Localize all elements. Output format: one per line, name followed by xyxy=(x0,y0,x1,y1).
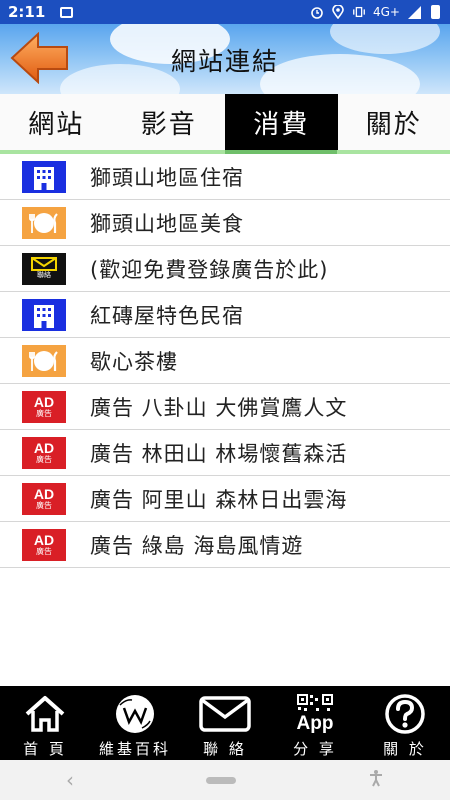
ad-logo-text: AD xyxy=(33,485,55,502)
tab-websites[interactable]: 網站 xyxy=(0,94,113,150)
bottom-nav: 首 頁 維基百科 聯 絡 App 分 享 關 於 xyxy=(0,686,450,760)
alarm-icon xyxy=(310,5,324,19)
tab-about[interactable]: 關於 xyxy=(338,94,450,150)
list-item[interactable]: 獅頭山地區住宿 xyxy=(0,154,450,200)
app-text: App xyxy=(296,713,334,734)
wikipedia-icon xyxy=(112,692,158,736)
help-icon xyxy=(384,692,426,736)
nav-home[interactable]: 首 頁 xyxy=(0,686,90,760)
list-item[interactable]: AD 廣告 廣告 綠島 海島風情遊 xyxy=(0,522,450,568)
list-item-label: 獅頭山地區美食 xyxy=(90,211,244,236)
ad-icon-text: 廣告 xyxy=(36,500,52,510)
mail-icon-text: 聯絡 xyxy=(37,271,51,279)
system-nav-bar: ‹ xyxy=(0,760,450,800)
ad-logo-text: AD xyxy=(33,393,55,410)
location-icon xyxy=(331,5,345,19)
list-item[interactable]: AD 廣告 廣告 八卦山 大佛賞鷹人文 xyxy=(0,384,450,430)
food-icon xyxy=(22,344,66,377)
ad-icon: AD 廣告 xyxy=(22,390,66,423)
list-item-label: 廣告 綠島 海島風情遊 xyxy=(90,533,304,558)
nav-wikipedia[interactable]: 維基百科 xyxy=(90,686,180,760)
ad-icon: AD 廣告 xyxy=(22,482,66,515)
mail-icon xyxy=(199,692,251,736)
list-item[interactable]: 歇心茶樓 xyxy=(0,338,450,384)
home-icon xyxy=(24,692,66,736)
nav-label: 聯 絡 xyxy=(203,740,247,758)
vibrate-icon xyxy=(352,5,366,19)
sim-icon xyxy=(59,5,73,19)
list-item[interactable]: AD 廣告 廣告 林田山 林場懷舊森活 xyxy=(0,430,450,476)
ad-logo-text: AD xyxy=(33,439,55,456)
ad-icon-text: 廣告 xyxy=(36,454,52,464)
ad-logo-text: AD xyxy=(33,531,55,548)
list-item-label: 歇心茶樓 xyxy=(90,349,178,374)
mail-icon: 聯絡 xyxy=(22,252,66,285)
nav-about[interactable]: 關 於 xyxy=(360,686,450,760)
tab-shopping[interactable]: 消費 xyxy=(225,94,338,150)
status-time: 2:11 xyxy=(8,3,46,21)
list-item-label: 廣告 阿里山 森林日出雲海 xyxy=(90,487,348,512)
nav-share[interactable]: App 分 享 xyxy=(270,686,360,760)
list-item-label: 廣告 八卦山 大佛賞鷹人文 xyxy=(90,395,348,420)
list-item[interactable]: 聯絡 (歡迎免費登錄廣告於此) xyxy=(0,246,450,292)
hotel-icon xyxy=(22,160,66,193)
system-back-icon[interactable]: ‹ xyxy=(66,768,74,792)
nav-contact[interactable]: 聯 絡 xyxy=(180,686,270,760)
ad-icon-text: 廣告 xyxy=(36,408,52,418)
status-bar: 2:11 4G+ xyxy=(0,0,450,24)
nav-label: 分 享 xyxy=(293,740,337,758)
nav-label: 維基百科 xyxy=(98,740,171,758)
link-list: 獅頭山地區住宿 獅頭山地區美食 聯絡 (歡迎免費登錄廣告於此) 紅磚屋特色民宿 … xyxy=(0,154,450,568)
nav-label: 首 頁 xyxy=(23,740,67,758)
page-title: 網站連結 xyxy=(170,47,279,76)
list-item-label: 紅磚屋特色民宿 xyxy=(90,303,244,328)
list-item-label: (歡迎免費登錄廣告於此) xyxy=(90,257,329,282)
ad-icon: AD 廣告 xyxy=(22,528,66,561)
tab-bar: 網站 影音 消費 關於 xyxy=(0,94,450,150)
header: 網站連結 xyxy=(0,24,450,94)
qr-share-icon: App xyxy=(294,692,336,736)
list-item[interactable]: 紅磚屋特色民宿 xyxy=(0,292,450,338)
ad-icon: AD 廣告 xyxy=(22,436,66,469)
list-item-label: 獅頭山地區住宿 xyxy=(90,165,244,190)
list-item[interactable]: 獅頭山地區美食 xyxy=(0,200,450,246)
system-home-pill[interactable] xyxy=(206,776,236,784)
food-icon xyxy=(22,206,66,239)
accessibility-icon[interactable] xyxy=(368,769,384,791)
hotel-icon xyxy=(22,298,66,331)
nav-label: 關 於 xyxy=(383,740,427,758)
battery-icon xyxy=(428,5,442,19)
network-type: 4G+ xyxy=(373,5,400,19)
tab-media[interactable]: 影音 xyxy=(113,94,226,150)
list-item-label: 廣告 林田山 林場懷舊森活 xyxy=(90,441,348,466)
list-item[interactable]: AD 廣告 廣告 阿里山 森林日出雲海 xyxy=(0,476,450,522)
ad-icon-text: 廣告 xyxy=(36,546,52,556)
signal-icon xyxy=(407,5,421,19)
